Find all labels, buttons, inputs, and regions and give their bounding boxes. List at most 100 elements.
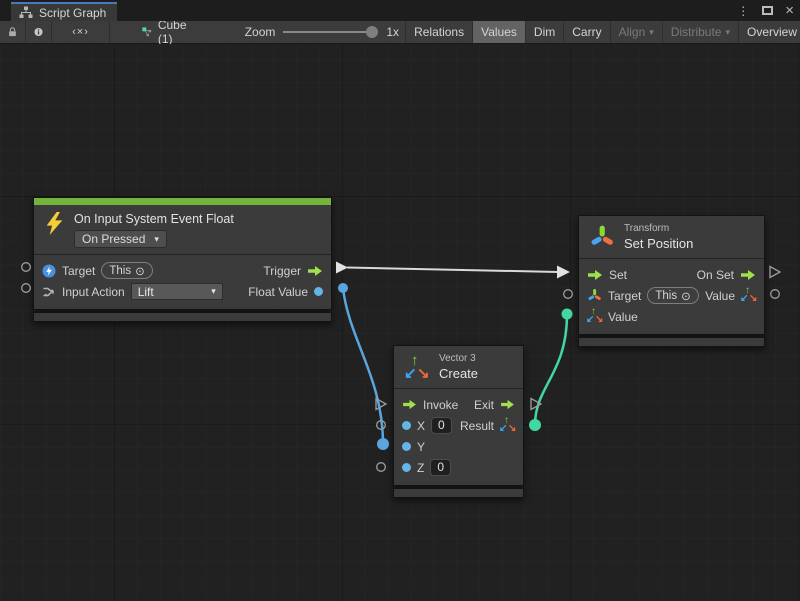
flow-port-icon[interactable] (740, 269, 756, 281)
input-system-icon (42, 264, 56, 278)
maximize-icon[interactable] (762, 6, 773, 15)
vector3-icon: ↑↙↘ (404, 354, 430, 380)
outer-port-invoke-input[interactable] (376, 399, 386, 410)
window-tab-bar: Script Graph ⋮ × (0, 0, 800, 21)
value-out-port-label: Value (705, 289, 735, 303)
float-port-icon[interactable] (402, 421, 411, 430)
node-type-label: Vector 3 (439, 353, 478, 364)
zoom-slider[interactable] (283, 26, 378, 38)
node-vector3-create[interactable]: ↑↙↘ Vector 3 Create Invoke Exit (393, 345, 524, 498)
node-on-input-system-event-float[interactable]: On Input System Event Float On Pressed ▾… (33, 197, 332, 322)
target-this-button[interactable]: This ⊙ (101, 262, 152, 279)
vector3-port-icon[interactable]: ↑↙↘ (741, 288, 756, 303)
breadcrumb-label: Cube (1) (158, 18, 191, 46)
input-action-icon (42, 285, 56, 299)
transform-port-icon[interactable] (587, 288, 602, 303)
zoom-slider-handle[interactable] (366, 26, 378, 38)
exit-port-label: Exit (474, 398, 494, 412)
zoom-label: Zoom (245, 25, 276, 39)
caret-down-icon: ▾ (154, 234, 159, 245)
float-port-icon[interactable] (402, 442, 411, 451)
close-icon[interactable]: × (785, 3, 794, 18)
port-row-invoke: Invoke Exit (394, 394, 523, 415)
window-menu-icon[interactable]: ⋮ (737, 4, 750, 18)
node-type-label: Transform (624, 223, 693, 234)
connection-floatvalue-to-y[interactable] (338, 283, 389, 450)
graph-info-button[interactable] (26, 21, 52, 43)
zoom-slider-track (283, 31, 372, 33)
invoke-port-label: Invoke (423, 398, 458, 412)
outer-port-transform-target-input[interactable] (564, 290, 573, 299)
vector3-port-icon[interactable]: ↑↙↘ (587, 309, 602, 324)
caret-down-icon: ▾ (649, 27, 654, 38)
dim-button[interactable]: Dim (525, 21, 563, 43)
event-node-stripe (34, 198, 331, 205)
outer-port-x-input[interactable] (377, 421, 386, 430)
z-value-field[interactable]: 0 (430, 459, 451, 476)
node-title: On Input System Event Float (74, 212, 234, 226)
zoom-value: 1x (386, 25, 399, 39)
outer-port-target-input[interactable] (22, 263, 31, 272)
connection-result-to-value[interactable] (529, 309, 573, 432)
tab-script-graph[interactable]: Script Graph (11, 2, 117, 21)
outer-port-exit-output[interactable] (531, 399, 541, 410)
overview-button[interactable]: Overview (738, 21, 800, 43)
flow-port-icon[interactable] (500, 399, 515, 410)
code-icon: ‹×› (72, 26, 89, 38)
flow-port-icon[interactable] (402, 399, 417, 410)
node-title: Set Position (624, 236, 693, 251)
z-port-label: Z (417, 461, 424, 475)
lock-icon (8, 25, 17, 39)
node-transform-set-position[interactable]: Transform Set Position Set On Set (578, 215, 765, 347)
object-picker-icon: ⊙ (681, 289, 691, 303)
graph-canvas[interactable]: On Input System Event Float On Pressed ▾… (0, 44, 800, 601)
align-button[interactable]: Align▾ (610, 21, 662, 43)
value-in-port-label: Value (608, 310, 638, 324)
flow-port-icon[interactable] (587, 269, 603, 281)
target-this-button[interactable]: This ⊙ (647, 287, 698, 304)
y-port-label: Y (417, 440, 425, 454)
trigger-port-label: Trigger (263, 264, 301, 278)
target-port-label: Target (62, 264, 95, 278)
outer-port-inputaction-input[interactable] (22, 284, 31, 293)
port-row-target: Target This ⊙ Trigger (34, 260, 331, 281)
graph-toolbar: ‹×› Cube (1) Zoom 1x Relations Values Di… (0, 21, 800, 44)
x-port-label: X (417, 419, 425, 433)
input-action-port-label: Input Action (62, 285, 125, 299)
x-value-field[interactable]: 0 (431, 417, 452, 434)
caret-down-icon: ▾ (725, 27, 730, 38)
distribute-button[interactable]: Distribute▾ (662, 21, 738, 43)
zoom-control: Zoom 1x (239, 21, 405, 43)
outer-port-value-output[interactable] (771, 290, 780, 299)
set-port-label: Set (609, 268, 627, 282)
input-action-dropdown[interactable]: Lift ▾ (131, 283, 223, 300)
flow-port-icon[interactable] (307, 265, 323, 277)
node-footer (578, 337, 765, 347)
on-set-port-label: On Set (697, 268, 734, 282)
port-row-input-action: Input Action Lift ▾ Float Value (34, 281, 331, 302)
relations-button[interactable]: Relations (405, 21, 472, 43)
vector3-port-icon[interactable]: ↑↙↘ (500, 418, 515, 433)
float-port-icon[interactable] (402, 463, 411, 472)
graph-hierarchy-icon (19, 6, 33, 19)
lock-button[interactable] (0, 21, 26, 43)
preview-code-button[interactable]: ‹×› (52, 21, 110, 43)
float-port-icon[interactable] (314, 287, 323, 296)
outer-port-z-input[interactable] (377, 463, 386, 472)
result-port-label: Result (460, 419, 494, 433)
node-title: Create (439, 366, 478, 381)
carry-button[interactable]: Carry (563, 21, 609, 43)
port-row-z: Z 0 (394, 457, 523, 478)
node-footer (393, 488, 524, 498)
script-graph-asset-icon (142, 25, 152, 39)
port-row-target: Target This ⊙ Value ↑↙↘ (579, 285, 764, 306)
caret-down-icon: ▾ (211, 286, 216, 297)
object-picker-icon: ⊙ (135, 264, 145, 278)
port-row-x: X 0 Result ↑↙↘ (394, 415, 523, 436)
float-value-port-label: Float Value (248, 285, 308, 299)
outer-port-onset-output[interactable] (770, 267, 780, 278)
values-button[interactable]: Values (472, 21, 525, 43)
breadcrumb[interactable]: Cube (1) (134, 21, 199, 43)
connection-trigger-to-set[interactable] (336, 262, 570, 279)
event-type-dropdown[interactable]: On Pressed ▾ (74, 230, 167, 248)
